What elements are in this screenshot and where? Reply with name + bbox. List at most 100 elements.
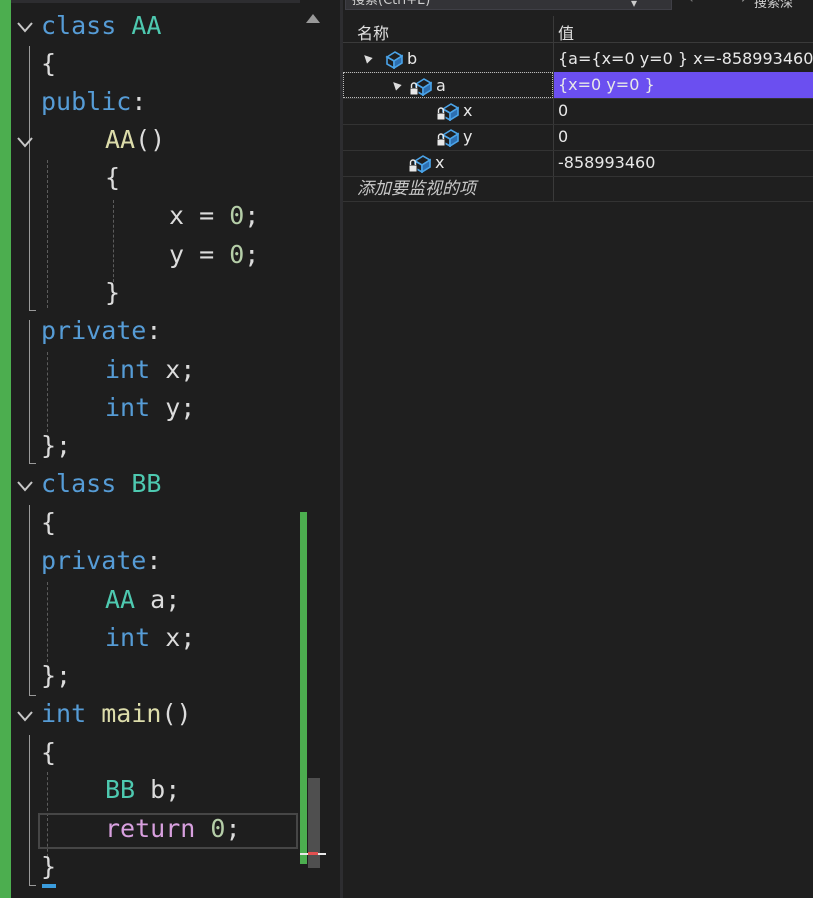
- watch-name-cell[interactable]: y: [343, 124, 553, 150]
- watch-value-cell[interactable]: 0: [554, 124, 813, 150]
- chevron-down-icon[interactable]: [15, 706, 35, 726]
- code-token: return: [105, 814, 196, 843]
- code-line[interactable]: }: [105, 275, 120, 311]
- indent-guide: [47, 352, 48, 432]
- watch-value-cell[interactable]: {a={x=0 y=0 } x=-858993460 }: [554, 46, 813, 72]
- search-forward-arrow-icon[interactable]: →: [735, 0, 746, 7]
- code-line[interactable]: }: [41, 849, 56, 885]
- expand-triangle-icon[interactable]: [361, 52, 373, 64]
- code-token: class: [41, 469, 117, 498]
- watch-row[interactable]: b {a={x=0 y=0 } x=-858993460 }: [343, 46, 813, 73]
- code-line[interactable]: int y;: [105, 390, 195, 426]
- chevron-down-icon[interactable]: [15, 17, 35, 37]
- code-token: }: [105, 278, 121, 307]
- column-header-name[interactable]: 名称: [357, 20, 389, 44]
- code-line[interactable]: {: [105, 160, 120, 196]
- code-token: 0: [229, 201, 245, 230]
- code-editor[interactable]: class AA{public: AA(){x = 0; y = 0;} privat…: [0, 0, 340, 898]
- code-line[interactable]: private:: [41, 313, 161, 349]
- watch-name-cell[interactable]: b: [343, 46, 553, 72]
- watch-name-cell[interactable]: x: [343, 98, 553, 124]
- code-token: x: [169, 201, 185, 230]
- code-line[interactable]: private:: [41, 543, 161, 579]
- code-token: int: [41, 699, 87, 728]
- code-line[interactable]: int main(): [41, 696, 192, 732]
- code-token: ;: [225, 814, 241, 843]
- code-token: {: [105, 163, 121, 192]
- outline-guide: [29, 320, 30, 463]
- chevron-down-icon[interactable]: [15, 476, 35, 496]
- watch-name-cell[interactable]: a: [343, 72, 553, 98]
- code-token: {: [41, 738, 57, 767]
- code-line[interactable]: y = 0;: [169, 237, 259, 273]
- code-token: =: [184, 240, 230, 269]
- code-line[interactable]: int x;: [105, 352, 195, 388]
- code-line[interactable]: public:: [41, 84, 146, 120]
- code-line[interactable]: class AA: [41, 8, 161, 44]
- code-line[interactable]: };: [41, 428, 71, 464]
- code-token: =: [184, 201, 230, 230]
- column-header-value[interactable]: 值: [558, 20, 574, 44]
- chevron-down-icon[interactable]: [15, 132, 35, 152]
- scroll-up-arrow-icon[interactable]: [306, 14, 320, 23]
- code-token: int: [105, 355, 151, 384]
- code-line[interactable]: class BB: [41, 466, 161, 502]
- scrollbar-change-marker: [300, 512, 307, 864]
- watch-row[interactable]: y0: [343, 124, 813, 151]
- code-token: :: [146, 546, 162, 575]
- code-line[interactable]: AA(): [105, 122, 165, 158]
- watch-value-cell[interactable]: 0: [554, 98, 813, 124]
- scrollbar-breakpoint-marker: [308, 852, 318, 855]
- editor-tab-strip: [0, 0, 300, 3]
- code-line[interactable]: };: [41, 658, 71, 694]
- private-field-lock-icon: [408, 153, 432, 174]
- code-token: AA: [105, 125, 136, 154]
- code-token: BB: [131, 469, 162, 498]
- code-token: {: [41, 49, 57, 78]
- code-line[interactable]: {: [41, 46, 56, 82]
- code-token: AA: [105, 585, 136, 614]
- outline-guide-end: [29, 297, 36, 311]
- expand-triangle-icon[interactable]: [390, 79, 402, 91]
- code-line[interactable]: int x;: [105, 620, 195, 656]
- search-dropdown-icon[interactable]: ▾: [631, 0, 637, 10]
- code-token: }: [41, 852, 57, 881]
- private-field-lock-icon: [436, 127, 460, 148]
- search-depth-label[interactable]: 搜索深: [754, 0, 793, 11]
- code-line[interactable]: x = 0;: [169, 198, 259, 234]
- code-token: public: [41, 87, 132, 116]
- code-token: };: [41, 661, 72, 690]
- watch-value-cell[interactable]: -858993460: [554, 150, 813, 176]
- code-token: private: [41, 546, 147, 575]
- watch-search-input[interactable]: 搜索(Ctrl+E): [345, 0, 672, 10]
- indent-guide: [47, 582, 48, 662]
- code-token: a;: [135, 585, 181, 614]
- code-line[interactable]: AA a;: [105, 582, 180, 618]
- code-token: class: [41, 11, 117, 40]
- watch-name-cell[interactable]: x: [343, 150, 553, 176]
- code-token: int: [105, 623, 151, 652]
- watch-item-name: x: [463, 101, 473, 120]
- code-line[interactable]: {: [41, 505, 56, 541]
- code-line[interactable]: {: [41, 735, 56, 771]
- code-line[interactable]: BB b;: [105, 772, 180, 808]
- code-token: y: [169, 240, 185, 269]
- code-token: (): [135, 125, 166, 154]
- watch-row[interactable]: x -858993460: [343, 150, 813, 177]
- code-token: ;: [244, 240, 260, 269]
- watch-row[interactable]: x0: [343, 98, 813, 125]
- search-back-arrow-icon[interactable]: ←: [689, 0, 700, 7]
- indent-guide: [47, 160, 48, 308]
- code-token: };: [41, 431, 72, 460]
- watch-value-cell[interactable]: {x=0 y=0 }: [554, 72, 813, 98]
- watch-row[interactable]: a {x=0 y=0 }: [343, 72, 813, 99]
- editor-vertical-scrollbar[interactable]: [300, 0, 326, 898]
- search-input-placeholder: 搜索(Ctrl+E): [352, 0, 431, 8]
- add-watch-item-input[interactable]: 添加要监视的项: [357, 176, 476, 202]
- code-token: BB: [105, 775, 136, 804]
- code-token: x;: [150, 623, 196, 652]
- code-line[interactable]: return 0;: [105, 811, 241, 847]
